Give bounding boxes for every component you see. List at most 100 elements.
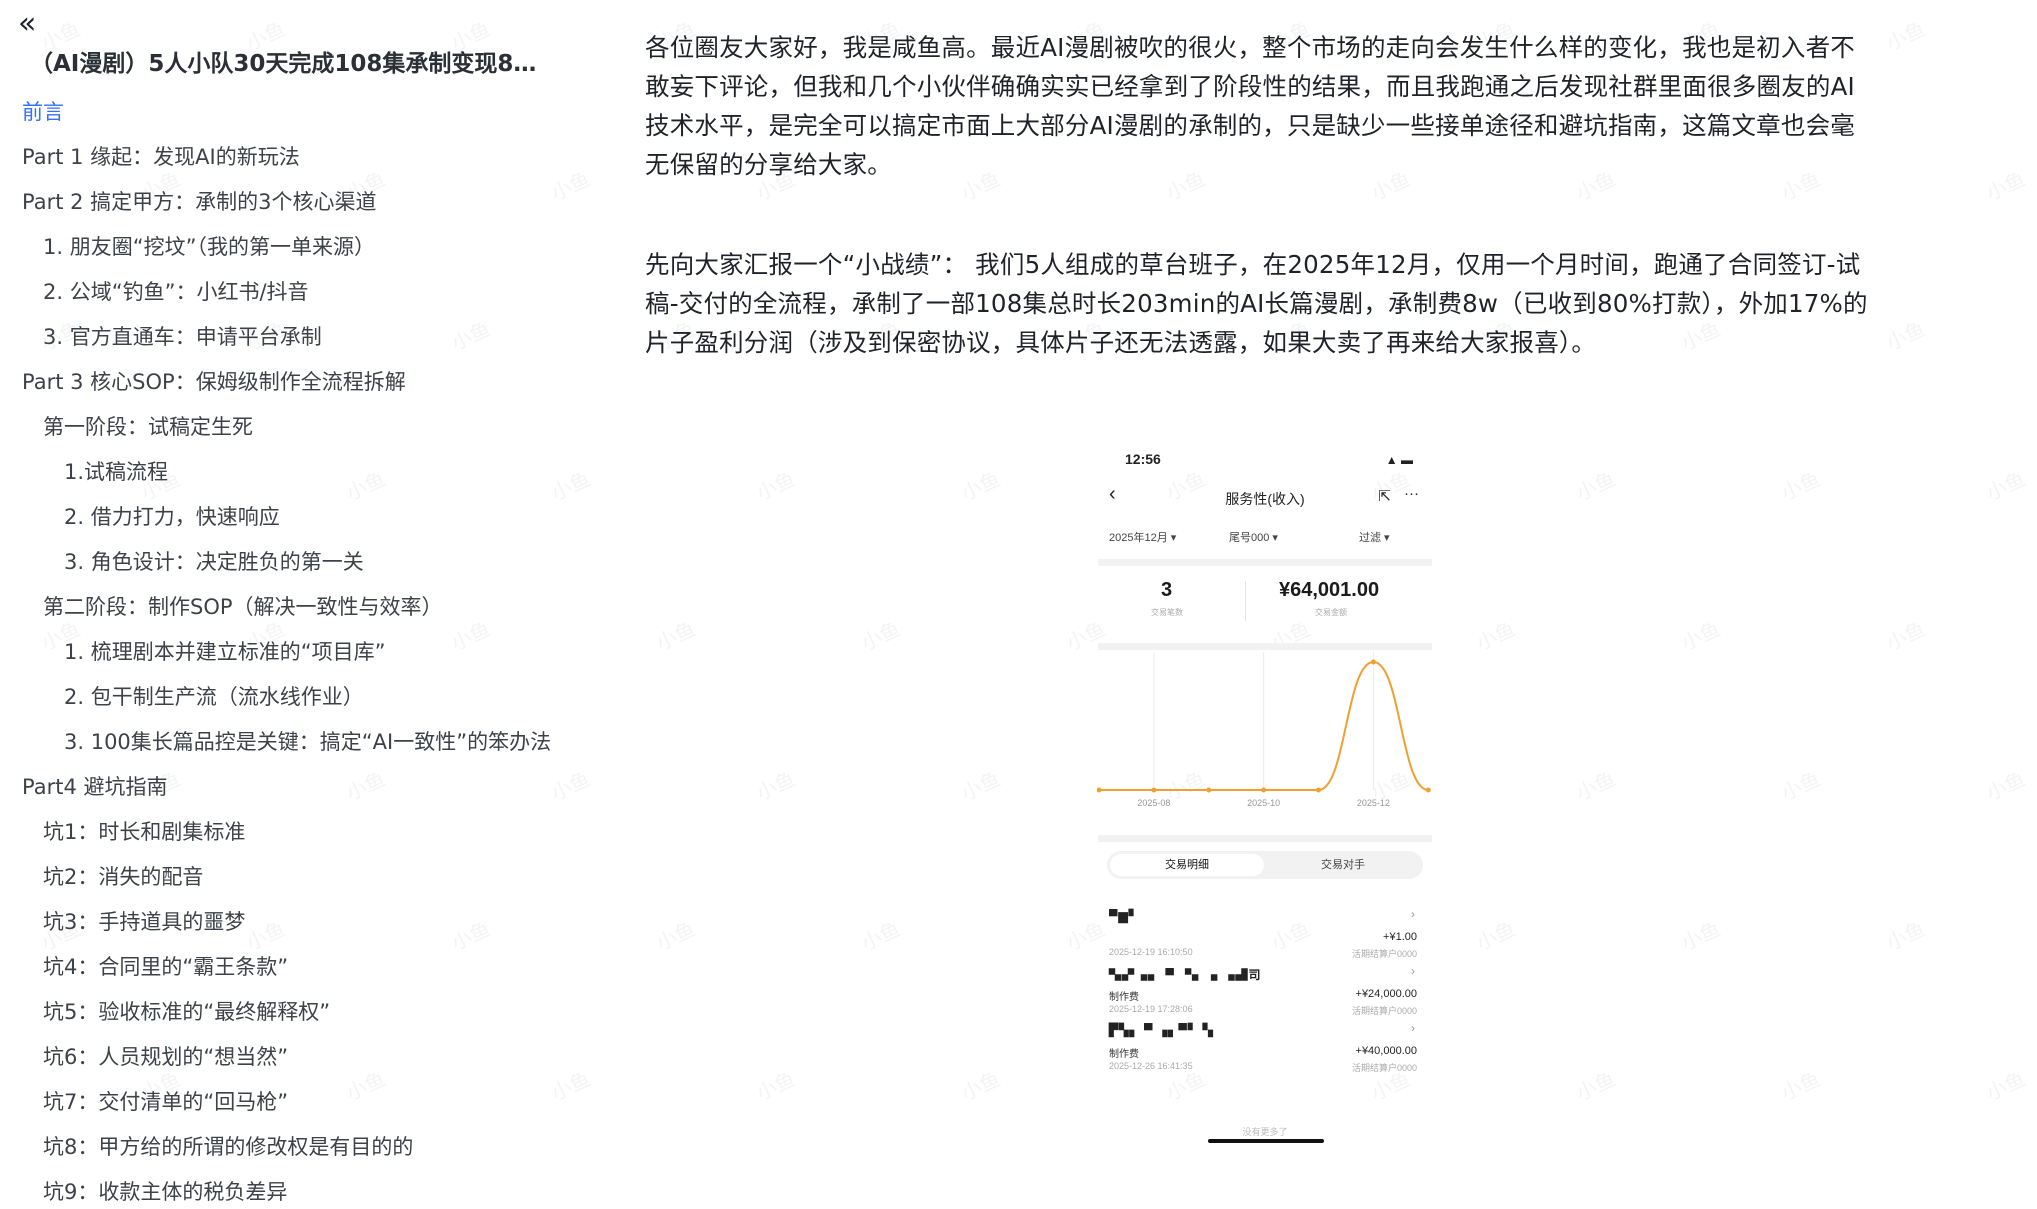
home-indicator <box>1208 1139 1324 1143</box>
watermark-text: 小鱼 <box>1572 466 1619 506</box>
outline-item[interactable]: 坑9：收款主体的税负差异 <box>0 1170 560 1209</box>
transaction-time: 2025-12-19 16:10:50 <box>1109 947 1193 957</box>
x-tick-label: 2025-10 <box>1247 798 1280 808</box>
article-body: 各位圈友大家好，我是咸鱼高。最近AI漫剧被吹的很火，整个市场的走向会发生什么样的… <box>645 28 1875 362</box>
watermark-text: 小鱼 <box>652 616 699 656</box>
watermark-text: 小鱼 <box>1677 616 1724 656</box>
watermark-text: 小鱼 <box>857 916 904 956</box>
watermark-text: 小鱼 <box>752 766 799 806</box>
chevron-right-icon: › <box>1411 964 1415 978</box>
transaction-account: 活期结算户0000 <box>1351 1063 1417 1073</box>
txn-count: 3 <box>1161 579 1173 601</box>
counterparty-name: ▚▞▗▖ ▀ ▝▖▗ ▗▟司 <box>1109 968 1262 982</box>
watermark-text: 小鱼 <box>1472 916 1519 956</box>
watermark-text: 小鱼 <box>957 766 1004 806</box>
detail-tabs: 交易明细 交易对手 <box>1107 851 1423 879</box>
signal-battery-icon: ▲ ▬ <box>1385 453 1413 467</box>
chevron-right-icon: › <box>1411 907 1415 921</box>
monthly-income-chart: 2025-08 2025-10 2025-12 <box>1096 650 1433 830</box>
outline-item[interactable]: Part 3 核心SOP：保姆级制作全流程拆解 <box>0 360 560 405</box>
outline-item[interactable]: 3. 角色设计：决定胜负的第一关 <box>0 540 560 585</box>
line-chart-svg: 2025-08 2025-10 2025-12 <box>1096 652 1431 808</box>
bank-income-screenshot: 12:56 ▲ ▬ ‹ 服务性(收入) ⇱ ··· 2025年12月 ▾ 尾号0… <box>1096 445 1433 1155</box>
watermark-text: 小鱼 <box>1882 616 1929 656</box>
outline-item[interactable]: 2. 借力打力，快速响应 <box>0 495 560 540</box>
outline-sidebar: « （AI漫剧）5人小队30天完成108集承制变现8W... 前言 Part 1 … <box>0 0 560 1209</box>
watermark-text: 小鱼 <box>1777 1066 1824 1106</box>
watermark-text: 小鱼 <box>1882 16 1929 56</box>
summary-stats: 3 交易笔数 ¥64,001.00 交易金额 <box>1097 567 1433 637</box>
share-icon: ⇱ <box>1378 488 1391 505</box>
phone-nav-bar: ‹ 服务性(收入) ⇱ ··· <box>1097 483 1433 515</box>
watermark-text: 小鱼 <box>1572 766 1619 806</box>
outline-item[interactable]: 3. 官方直通车：申请平台承制 <box>0 315 560 360</box>
transaction-amount: +¥1.00 <box>1383 931 1417 943</box>
watermark-text: 小鱼 <box>1572 1066 1619 1106</box>
watermark-text: 小鱼 <box>1677 916 1724 956</box>
divider <box>1098 835 1432 842</box>
status-time: 12:56 <box>1125 451 1161 467</box>
watermark-text: 小鱼 <box>652 916 699 956</box>
watermark-text: 小鱼 <box>857 616 904 656</box>
watermark-text: 小鱼 <box>957 466 1004 506</box>
outline-item[interactable]: Part 2 搞定甲方：承制的3个核心渠道 <box>0 180 560 225</box>
outline-item[interactable]: 第一阶段：试稿定生死 <box>0 405 560 450</box>
transaction-time: 2025-12-26 16:41:35 <box>1109 1061 1193 1071</box>
collapse-sidebar-icon[interactable]: « <box>18 6 54 42</box>
watermark-text: 小鱼 <box>957 1066 1004 1106</box>
intro-paragraph: 各位圈友大家好，我是咸鱼高。最近AI漫剧被吹的很火，整个市场的走向会发生什么样的… <box>645 33 1855 179</box>
transaction-account: 活期结算户0000 <box>1351 1006 1417 1016</box>
divider <box>1098 559 1432 566</box>
outline-item[interactable]: 1.试稿流程 <box>0 450 560 495</box>
watermark-text: 小鱼 <box>1882 316 1929 356</box>
txn-amount-label: 交易金额 <box>1315 608 1347 617</box>
outline-item[interactable]: 1. 朋友圈“挖坟”（我的第一单来源） <box>0 225 560 270</box>
data-point <box>1316 787 1322 793</box>
outline-item[interactable]: 2. 包干制生产流（流水线作业） <box>0 675 560 720</box>
outline-item[interactable]: 前言 <box>0 90 560 135</box>
watermark-text: 小鱼 <box>1982 166 2029 206</box>
document-title[interactable]: （AI漫剧）5人小队30天完成108集承制变现8W... <box>30 44 550 78</box>
counterparty-name: ▀▆▘ <box>1109 909 1139 923</box>
txn-count-label: 交易笔数 <box>1151 608 1183 617</box>
outline-item[interactable]: 坑7：交付清单的“回马枪” <box>0 1080 560 1125</box>
transaction-amount: +¥24,000.00 <box>1355 988 1417 1000</box>
outline-item[interactable]: Part4 避坑指南 <box>0 765 560 810</box>
watermark-text: 小鱼 <box>1982 766 2029 806</box>
data-point <box>1151 787 1157 793</box>
results-paragraph: 先向大家汇报一个“小战绩”： 我们5人组成的草台班子，在2025年12月，仅用一… <box>645 250 1868 357</box>
outline-item[interactable]: 坑5：验收标准的“最终解释权” <box>0 990 560 1035</box>
tab-transaction-details: 交易明细 <box>1110 854 1264 876</box>
watermark-text: 小鱼 <box>1982 466 2029 506</box>
data-point <box>1096 787 1102 793</box>
data-point <box>1425 787 1431 793</box>
data-point <box>1206 787 1212 793</box>
transaction-time: 2025-12-19 17:28:06 <box>1109 1004 1193 1014</box>
outline-item[interactable]: 坑3：手持道具的噩梦 <box>0 900 560 945</box>
outline-item[interactable]: 2. 公域“钓鱼”：小红书/抖音 <box>0 270 560 315</box>
phone-status-bar: 12:56 ▲ ▬ <box>1125 451 1413 475</box>
watermark-text: 小鱼 <box>752 1066 799 1106</box>
outline-list: 前言 Part 1 缘起：发现AI的新玩法 Part 2 搞定甲方：承制的3个核心渠… <box>0 90 560 1209</box>
filter-toggle: 过滤 ▾ <box>1359 532 1390 544</box>
outline-item[interactable]: 坑4：合同里的“霸王条款” <box>0 945 560 990</box>
chevron-right-icon: › <box>1411 1021 1415 1035</box>
transaction-category: 制作费 <box>1109 1049 1139 1060</box>
transaction-row: ▛▚▖ ▀ ▗▖▀▘▝▖ › 制作费 +¥40,000.00 2025-12-26 16… <box>1109 1019 1421 1089</box>
outline-item[interactable]: Part 1 缘起：发现AI的新玩法 <box>0 135 560 180</box>
data-point <box>1261 787 1267 793</box>
document-viewer: 小鱼 小鱼 小鱼 小鱼 小鱼 小鱼 小鱼 小鱼 小鱼 小鱼 小鱼 小鱼 小鱼 小鱼 小鱼 小鱼 小鱼 小鱼 小鱼 小鱼… <box>0 0 2037 1209</box>
watermark-text: 小鱼 <box>1982 1066 2029 1106</box>
no-more-text: 没有更多了 <box>1242 1127 1288 1137</box>
stat-divider <box>1245 581 1246 621</box>
outline-item[interactable]: 坑1：时长和剧集标准 <box>0 810 560 855</box>
outline-item[interactable]: 第二阶段：制作SOP（解决一致性与效率） <box>0 585 560 630</box>
outline-item[interactable]: 坑8：甲方给的所谓的修改权是有目的的 <box>0 1125 560 1170</box>
transaction-account: 活期结算户0000 <box>1351 949 1417 959</box>
watermark-text: 小鱼 <box>1777 466 1824 506</box>
x-tick-label: 2025-12 <box>1357 798 1390 808</box>
outline-item[interactable]: 坑2：消失的配音 <box>0 855 560 900</box>
outline-item[interactable]: 坑6：人员规划的“想当然” <box>0 1035 560 1080</box>
outline-item[interactable]: 3. 100集长篇品控是关键：搞定“AI一致性”的笨办法 <box>0 720 560 765</box>
outline-item[interactable]: 1. 梳理剧本并建立标准的“项目库” <box>0 630 560 675</box>
